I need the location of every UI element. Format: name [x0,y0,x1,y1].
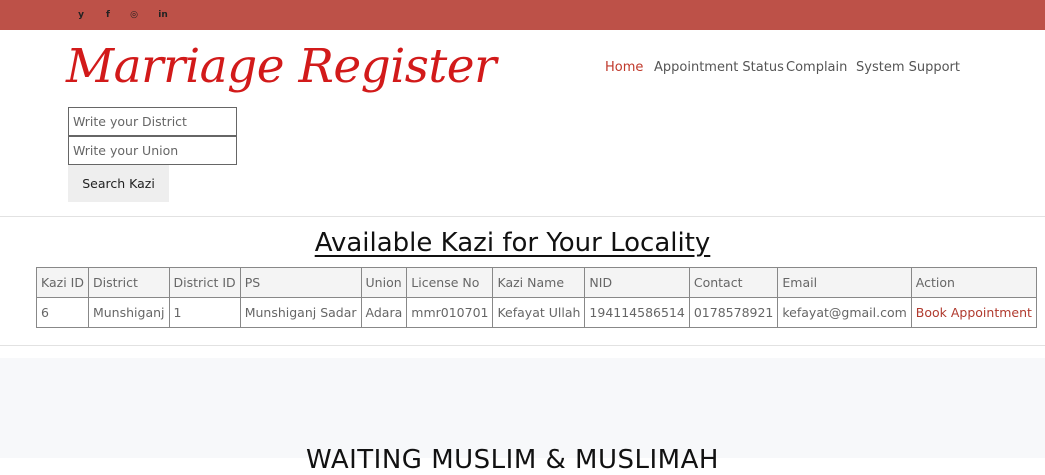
column-header: License No [406,267,494,298]
nav-complain[interactable]: Complain [786,60,847,78]
table-row: 6 Munshiganj 1 Munshiganj Sadar Adara mm… [36,297,1037,328]
table-cell: Munshiganj Sadar [239,297,362,328]
table-cell: kefayat@gmail.com [777,297,912,328]
divider [0,216,1045,217]
column-header: Union [360,267,408,298]
kazi-table: Kazi ID District District ID PS Union Li… [36,267,1037,328]
column-header: District [87,267,170,298]
nav-appointment-status[interactable]: Appointment Status [654,60,784,78]
column-header: NID [584,267,690,298]
table-cell: 1 [168,297,241,328]
search-kazi-button[interactable]: Search Kazi [68,165,169,202]
table-cell: Adara [360,297,408,328]
union-input[interactable] [68,136,237,165]
section-title: Available Kazi for Your Locality [314,228,711,258]
district-input[interactable] [68,107,237,136]
column-header: PS [239,267,362,298]
table-cell: 6 [36,297,89,328]
waiting-section-title: WAITING MUSLIM & MUSLIMAH [306,445,719,475]
divider [0,345,1045,346]
column-header: District ID [168,267,241,298]
column-header: Action [910,267,1037,298]
nav-home[interactable]: Home [605,60,643,78]
waiting-section [0,358,1045,458]
table-cell: Munshiganj [87,297,170,328]
table-header-row: Kazi ID District District ID PS Union Li… [36,267,1037,298]
column-header: Contact [688,267,779,298]
column-header: Kazi ID [36,267,89,298]
book-appointment-link[interactable]: Book Appointment [916,305,1032,320]
table-cell: Kefayat Ullah [492,297,586,328]
table-cell: 194114586514 [584,297,690,328]
table-cell: mmr010701 [406,297,494,328]
site-logo[interactable]: Marriage Register [66,22,497,112]
column-header: Email [777,267,912,298]
table-cell: 0178578921 [688,297,779,328]
column-header: Kazi Name [492,267,586,298]
table-cell-action: Book Appointment [910,297,1037,328]
nav-system-support[interactable]: System Support [856,60,960,78]
